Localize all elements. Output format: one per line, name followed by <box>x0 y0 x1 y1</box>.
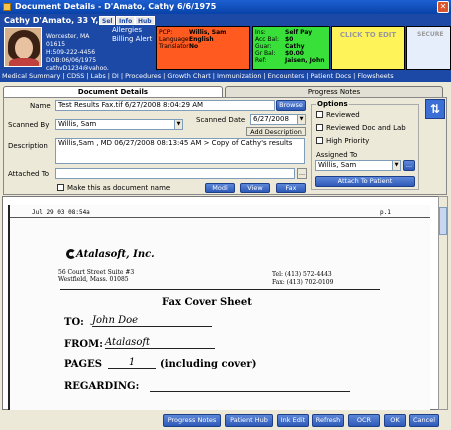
attached-to-field[interactable] <box>55 168 295 179</box>
fax-header-left: Jul 29 03 08:54a <box>32 209 90 216</box>
fax-to-value: John Doe <box>92 315 212 327</box>
fax-regarding-line <box>150 391 350 392</box>
high-priority-checkbox[interactable] <box>316 137 323 144</box>
attach-to-patient-button[interactable]: Attach To Patient <box>315 176 415 187</box>
provider-box: PCP: Willis, Sam Language: English Transla… <box>156 26 250 70</box>
billing-alert-link[interactable]: Billing Alert <box>112 35 156 44</box>
nav-medical-summary[interactable]: Medical Summary <box>0 72 62 80</box>
nav-flowsheets[interactable]: Flowsheets <box>355 72 395 80</box>
click-to-edit-box[interactable]: CLICK TO EDIT <box>331 26 405 70</box>
chevron-down-icon[interactable]: ▼ <box>174 120 182 129</box>
nav-encounters[interactable]: Encounters <box>266 72 307 80</box>
add-description-button[interactable]: Add Description <box>246 127 306 136</box>
tab-document-details[interactable]: Document Details <box>3 86 223 97</box>
fax-company: Atalasoft, Inc. <box>76 249 155 260</box>
scanned-by-value: Willis, Sam <box>58 120 97 128</box>
ink-edit-button[interactable]: Ink Edit <box>277 414 309 427</box>
make-doc-name-checkbox[interactable] <box>57 184 64 191</box>
secure-box[interactable]: SECURE <box>406 26 451 70</box>
ocr-button[interactable]: OCR <box>348 414 380 427</box>
fax-header-right: p.1 <box>380 209 391 216</box>
scanned-date-label: Scanned Date <box>196 116 246 124</box>
fax-image: Jul 29 03 08:54a p.1 Atalasoft, Inc. 56 … <box>8 205 430 410</box>
assigned-to-value: Willis, Sam <box>318 161 357 169</box>
fax-number: Fax: (413) 702-0109 <box>272 279 334 286</box>
close-icon[interactable]: ✕ <box>437 1 449 13</box>
fax-addr2: Westfield, Mass. 01085 <box>58 276 129 283</box>
fax-pages-label: PAGES <box>64 359 102 370</box>
assigned-to-select[interactable]: Willis, Sam <box>315 160 401 171</box>
high-priority-label: High Priority <box>326 137 370 145</box>
fax-from-label: FROM: <box>64 339 103 350</box>
fax-top-rule <box>10 217 430 218</box>
patient-info: Worcester, MA 01615 H:509-222-4456 DOB:0… <box>46 33 109 73</box>
patient-hub-button[interactable]: Patient Hub <box>225 414 273 427</box>
fax-regarding-label: REGARDING: <box>64 381 140 392</box>
reviewed-doc-lab-checkbox[interactable] <box>316 124 323 131</box>
scanned-by-label: Scanned By <box>8 121 50 129</box>
fax-pages-suffix: (including cover) <box>160 359 257 370</box>
calendar-dropdown-icon[interactable]: ▼ <box>297 115 305 124</box>
window-titlebar: Document Details - D'Amato, Cathy 6/6/19… <box>0 0 451 14</box>
fax-to-label: TO: <box>64 317 84 328</box>
nav-procedures[interactable]: Procedures <box>123 72 163 80</box>
scrollbar-thumb[interactable] <box>439 207 447 235</box>
window-title: Document Details - D'Amato, Cathy 6/6/19… <box>15 2 217 11</box>
make-doc-name-label: Make this as document name <box>67 184 171 192</box>
name-label: Name <box>30 102 51 110</box>
assigned-to-label: Assigned To <box>316 151 358 159</box>
fax-title: Fax Cover Sheet <box>162 297 252 308</box>
assigned-dropdown-icon[interactable]: ▼ <box>392 161 400 170</box>
name-field[interactable]: Test Results Fax.tif 6/27/2008 8:04:29 A… <box>55 100 275 111</box>
tab-strip: Document Details Progress Notes <box>3 86 447 97</box>
description-label: Description <box>8 142 48 150</box>
scanned-date-value: 6/27/2008 <box>253 115 289 123</box>
tab-progress-notes[interactable]: Progress Notes <box>225 86 443 97</box>
view-button[interactable]: View <box>240 183 270 193</box>
atalasoft-logo <box>66 249 76 259</box>
fax-addr1: 56 Court Street Suite #3 <box>58 269 135 276</box>
nav-labs[interactable]: Labs <box>89 72 108 80</box>
cancel-button[interactable]: Cancel <box>409 414 439 427</box>
modi-button[interactable]: Modi <box>205 183 235 193</box>
browse-button[interactable]: Browse <box>276 100 306 111</box>
nav-immunization[interactable]: Immunization <box>215 72 263 80</box>
progress-notes-button[interactable]: Progress Notes <box>163 414 221 427</box>
fax-from-value: Atalasoft <box>105 337 215 349</box>
attached-to-browse-button[interactable]: ... <box>297 168 307 179</box>
patient-address: Worcester, MA 01615 <box>46 33 90 48</box>
nav-patient-docs[interactable]: Patient Docs <box>309 72 354 80</box>
app-icon <box>3 3 11 11</box>
fax-tel: Tel: (413) 572-4443 <box>272 271 332 278</box>
nav-cdss[interactable]: CDSS <box>65 72 87 80</box>
reviewed-label: Reviewed <box>326 111 360 119</box>
fax-rule <box>60 289 380 290</box>
ok-button[interactable]: OK <box>384 414 406 427</box>
insurance-box: Ins: Self Pay Acc Bal: $0 Guar: Cathy Gr Ba… <box>252 26 330 70</box>
patient-photo <box>4 27 42 67</box>
refresh-button[interactable]: Refresh <box>312 414 344 427</box>
assigned-browse-button[interactable]: ... <box>403 160 415 171</box>
sel-button[interactable]: Sel <box>99 16 116 25</box>
reviewed-doc-lab-label: Reviewed Doc and Lab <box>326 124 406 132</box>
patient-phone: H:509-222-4456 <box>46 49 96 56</box>
description-field[interactable]: Willis,Sam , MD 06/27/2008 08:13:45 AM >… <box>55 138 305 164</box>
alerts: Allergies Billing Alert <box>112 26 156 44</box>
nav-growth-chart[interactable]: Growth Chart <box>165 72 212 80</box>
swap-arrows-icon[interactable]: ⇅ <box>425 99 445 119</box>
info-button[interactable]: Info <box>116 16 136 25</box>
patient-nav: Medical Summary | CDSS | Labs | DI | Procedures |… <box>0 70 451 82</box>
reviewed-checkbox[interactable] <box>316 111 323 118</box>
nav-di[interactable]: DI <box>110 72 121 80</box>
options-title: Options <box>316 100 349 108</box>
hub-button[interactable]: Hub <box>135 16 155 25</box>
scanned-by-select[interactable]: Willis, Sam <box>55 119 183 130</box>
fax-button[interactable]: Fax <box>276 183 306 193</box>
attached-to-label: Attached To <box>8 170 50 178</box>
patient-dob: DOB:06/06/1975 <box>46 57 97 64</box>
allergies-link[interactable]: Allergies <box>112 26 156 35</box>
fax-pages-value: 1 <box>108 357 156 369</box>
